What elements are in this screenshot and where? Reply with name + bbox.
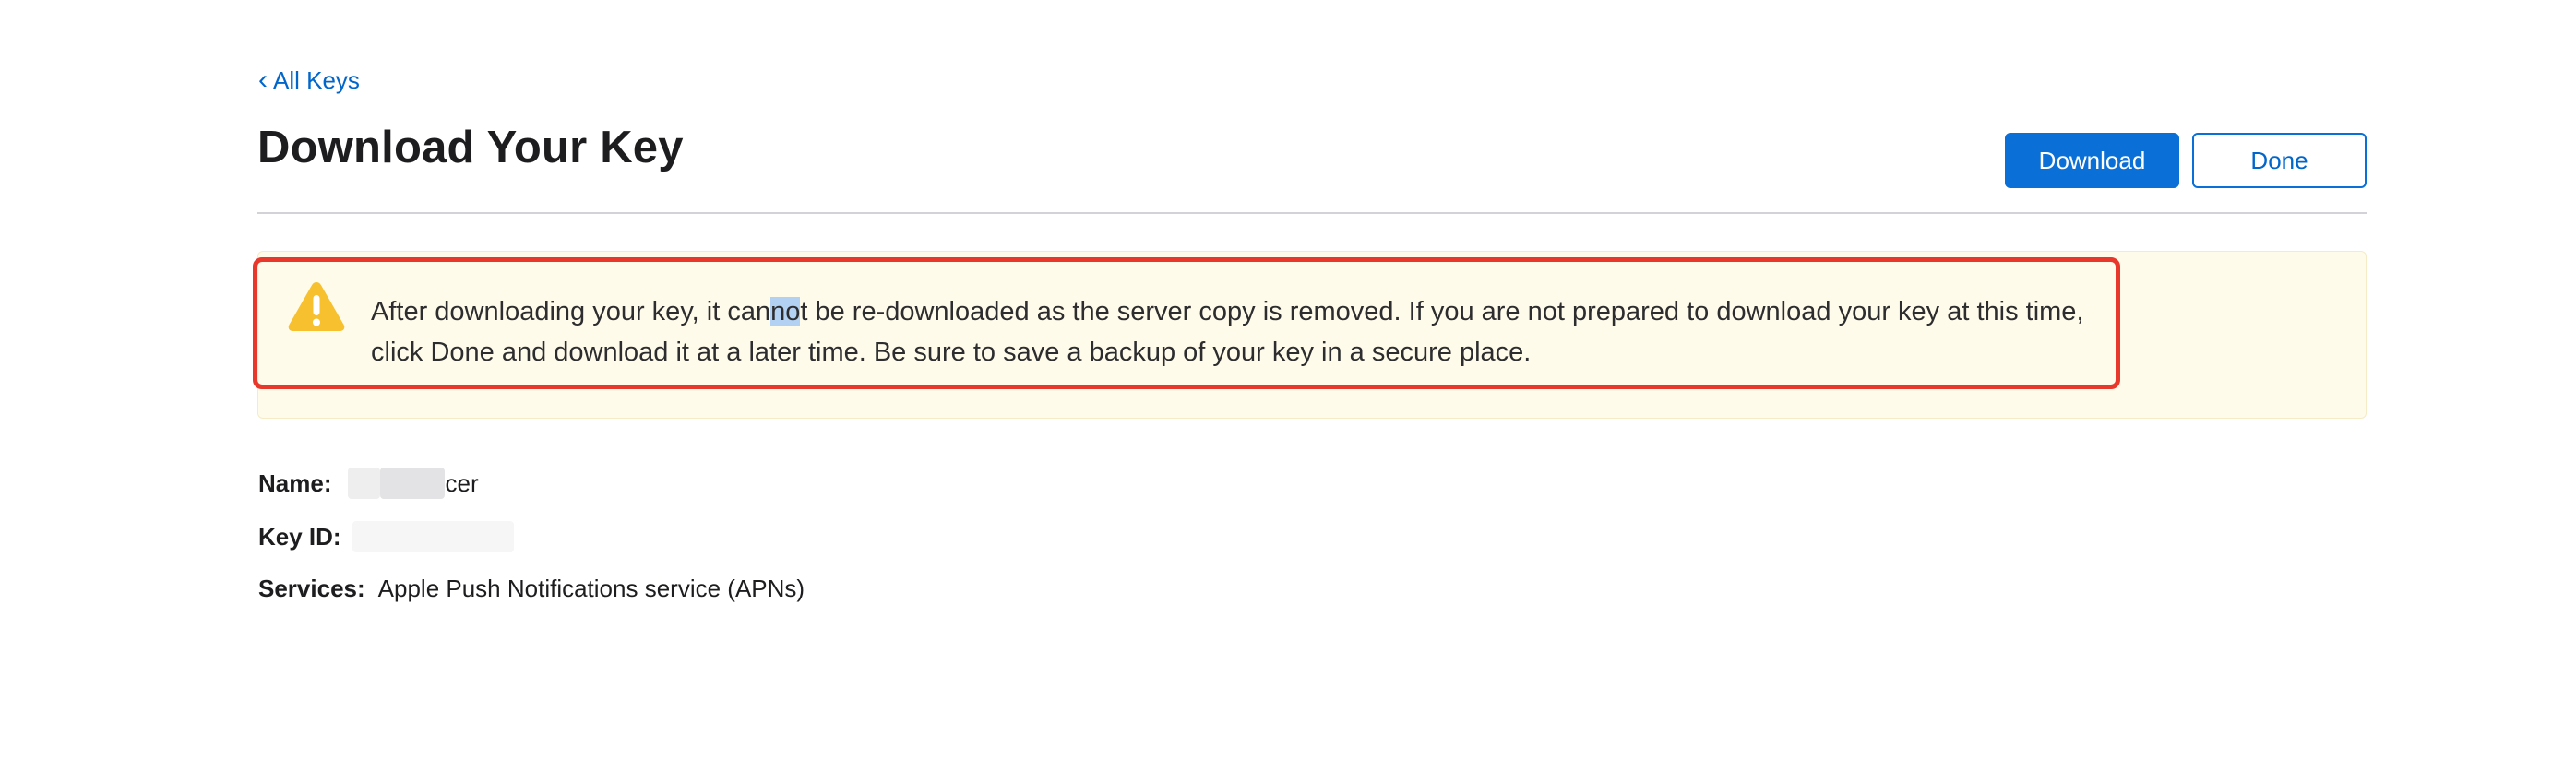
key-id-label: Key ID:: [258, 522, 341, 551]
annotation-highlight-box: [253, 257, 2120, 389]
services-label: Services:: [258, 575, 365, 602]
all-keys-back-link[interactable]: ‹ All Keys: [258, 64, 360, 95]
redacted-name-part: [348, 468, 381, 499]
page-title: Download Your Key: [257, 123, 684, 172]
services-row: Services: Apple Push Notifications servi…: [258, 575, 805, 603]
services-value: Apple Push Notifications service (APNs): [377, 575, 805, 602]
header-divider: [257, 212, 2367, 214]
redacted-key-id: [352, 521, 514, 552]
redacted-name-part: [380, 468, 446, 499]
download-button[interactable]: Download: [2005, 133, 2179, 188]
name-label: Name:: [258, 468, 332, 497]
name-value: cer: [445, 468, 479, 497]
done-button[interactable]: Done: [2192, 133, 2367, 188]
name-row: Name: cer: [258, 468, 479, 499]
chevron-left-icon: ‹: [258, 64, 268, 95]
back-link-label: All Keys: [273, 66, 360, 94]
key-id-row: Key ID:: [258, 521, 514, 552]
